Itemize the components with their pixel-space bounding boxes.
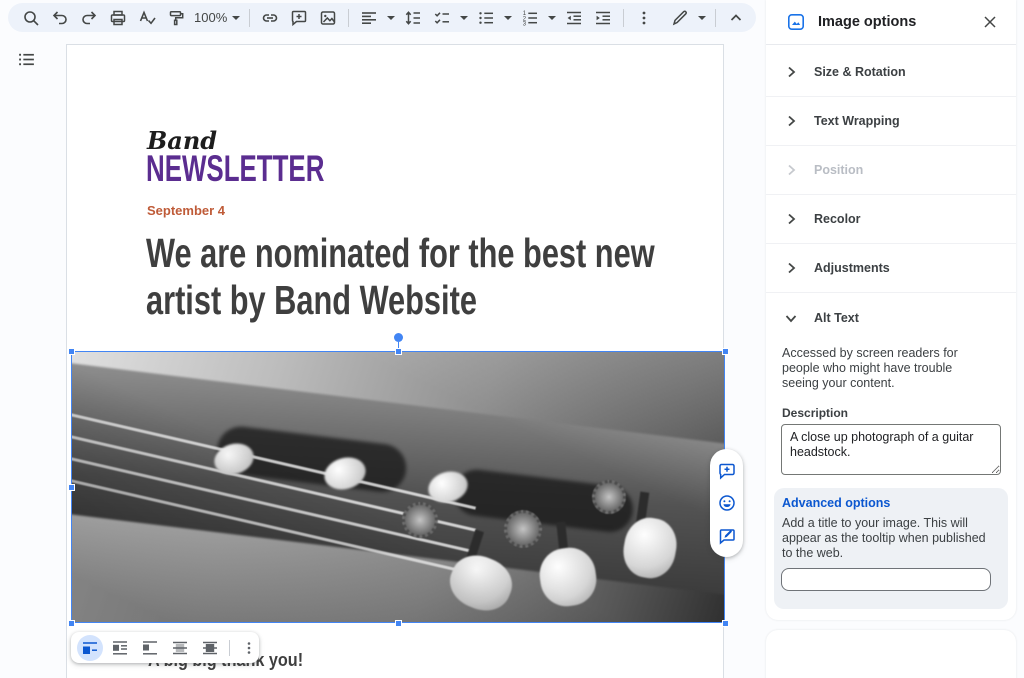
document-heading: We are nominated for the best new artist… (146, 230, 655, 324)
chevron-right-icon (784, 261, 798, 275)
toolbar-divider (249, 8, 251, 27)
alt-text-help: Accessed by screen readers for people wh… (782, 346, 958, 390)
chevron-down-icon[interactable] (548, 15, 557, 20)
numbered-list-icon[interactable]: 123 (519, 7, 541, 29)
chevron-down-icon[interactable] (460, 15, 469, 20)
resize-handle-top-center[interactable] (395, 348, 402, 355)
checklist-icon[interactable] (431, 7, 453, 29)
align-icon[interactable] (358, 7, 380, 29)
wrap-more-options-icon[interactable] (236, 635, 262, 661)
bulleted-list-icon[interactable] (475, 7, 497, 29)
resize-handle-top-left[interactable] (68, 348, 75, 355)
insert-image-icon[interactable] (317, 7, 339, 29)
in-front-of-text-button[interactable] (197, 635, 223, 661)
main-toolbar: 100% 123 (8, 3, 756, 32)
close-icon[interactable] (980, 12, 1000, 32)
heading-line-1: We are nominated for the best new (146, 230, 655, 276)
more-options-icon[interactable] (633, 7, 655, 29)
section-position: Position (766, 146, 1016, 195)
paint-format-icon[interactable] (165, 7, 187, 29)
section-alt-text[interactable]: Alt Text (766, 293, 1016, 342)
break-text-button[interactable] (137, 635, 163, 661)
editing-mode-pen-icon[interactable] (669, 7, 691, 29)
add-comment-icon[interactable] (716, 460, 738, 482)
heading-line-2: artist by Band Website (146, 277, 477, 323)
chevron-down-icon (232, 15, 241, 20)
suggest-image-edit-icon[interactable] (716, 525, 738, 547)
chevron-down-icon (784, 311, 798, 325)
rotation-handle[interactable] (394, 333, 403, 342)
secondary-panel-card (766, 630, 1016, 678)
behind-text-button[interactable] (167, 635, 193, 661)
section-label: Adjustments (814, 261, 890, 275)
resize-handle-mid-left[interactable] (68, 484, 75, 491)
line-spacing-icon[interactable] (402, 7, 424, 29)
section-text-wrapping[interactable]: Text Wrapping (766, 97, 1016, 146)
resize-handle-bottom-left[interactable] (68, 620, 75, 627)
add-emoji-reaction-icon[interactable] (716, 492, 738, 514)
chevron-right-icon (784, 65, 798, 79)
section-adjustments[interactable]: Adjustments (766, 244, 1016, 293)
toolbar-divider (348, 8, 350, 27)
chevron-down-icon[interactable] (504, 15, 513, 20)
document-outline-icon[interactable] (17, 50, 36, 74)
print-icon[interactable] (107, 7, 129, 29)
toolbar-divider (623, 8, 625, 27)
increase-indent-icon[interactable] (592, 7, 614, 29)
selected-image[interactable] (71, 351, 725, 623)
image-title-input[interactable] (781, 568, 991, 591)
panel-header: Image options (766, 0, 1016, 45)
advanced-options-help: Add a title to your image. This will app… (782, 516, 986, 560)
zoom-value: 100% (194, 10, 228, 25)
chevron-right-icon (784, 212, 798, 226)
image-options-panel: Image options Size & Rotation Text Wrapp… (766, 0, 1016, 620)
section-label: Recolor (814, 212, 861, 226)
guitar-headstock-photo (72, 352, 724, 622)
zoom-select[interactable]: 100% (194, 10, 241, 25)
section-label: Text Wrapping (814, 114, 900, 128)
toolbar-divider (715, 8, 717, 27)
image-wrap-toolbar (71, 632, 259, 663)
search-icon[interactable] (20, 7, 42, 29)
resize-handle-top-right[interactable] (722, 348, 729, 355)
section-size-rotation[interactable]: Size & Rotation (766, 48, 1016, 97)
decrease-indent-icon[interactable] (563, 7, 585, 29)
side-action-pill (710, 449, 743, 557)
redo-icon[interactable] (78, 7, 100, 29)
chevron-right-icon (784, 163, 798, 177)
spell-check-icon[interactable] (136, 7, 158, 29)
panel-title: Image options (818, 14, 917, 30)
chevron-right-icon (784, 114, 798, 128)
insert-link-icon[interactable] (259, 7, 281, 29)
image-options-icon (786, 12, 806, 32)
svg-text:3: 3 (523, 21, 527, 26)
add-comment-icon[interactable] (288, 7, 310, 29)
chevron-down-icon[interactable] (698, 15, 707, 20)
undo-icon[interactable] (49, 7, 71, 29)
date-text: September 4 (147, 203, 226, 218)
wrap-toolbar-divider (229, 639, 230, 656)
resize-handle-bottom-center[interactable] (395, 620, 402, 627)
wrap-text-button[interactable] (107, 635, 133, 661)
section-label: Alt Text (814, 310, 859, 325)
brand-title-text: NEWSLETTER (146, 148, 325, 189)
document-page[interactable]: Band NEWSLETTER September 4 We are nomin… (66, 44, 729, 678)
section-recolor[interactable]: Recolor (766, 195, 1016, 244)
wrap-in-line-button[interactable] (77, 634, 103, 661)
section-label: Size & Rotation (814, 65, 906, 79)
chevron-down-icon[interactable] (387, 15, 396, 20)
hide-menus-icon[interactable] (725, 7, 747, 29)
description-textarea[interactable]: A close up photograph of a guitar headst… (781, 424, 1001, 475)
description-label: Description (782, 406, 849, 420)
advanced-options-link[interactable]: Advanced options (782, 496, 890, 510)
section-label: Position (814, 163, 864, 177)
resize-handle-bottom-right[interactable] (722, 620, 729, 627)
